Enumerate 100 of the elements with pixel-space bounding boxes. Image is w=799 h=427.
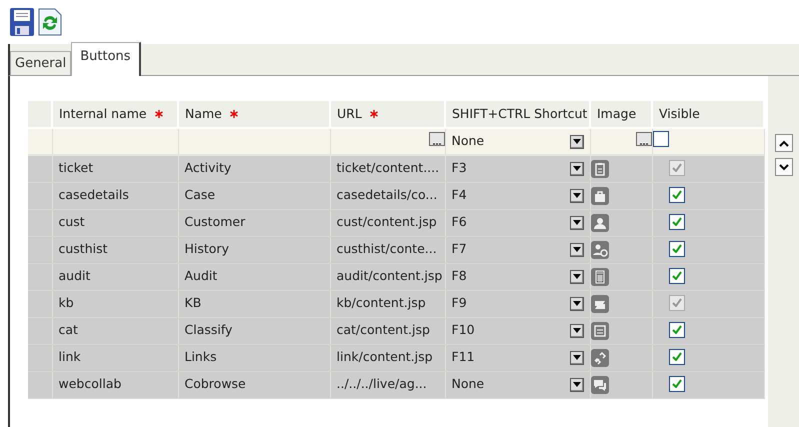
table-cell: audit/content.jsp (336, 268, 442, 284)
column-header: SHIFT+CTRL Shortcut (452, 106, 588, 121)
table-cell: KB (184, 295, 202, 310)
table-cell-text: F4 (452, 186, 467, 204)
checkbox[interactable] (668, 240, 684, 257)
table-cell: kb (58, 295, 74, 310)
checkbox[interactable] (668, 214, 684, 230)
tab[interactable]: Buttons (71, 42, 141, 76)
table-cell: ticket (58, 160, 94, 176)
table-cell: kb/content.jsp (336, 295, 426, 310)
table-cell: audit (58, 268, 90, 284)
table-cell-text: F3 (452, 159, 467, 178)
table-cell: Customer (184, 214, 246, 230)
dropdown-button[interactable] (570, 270, 584, 284)
check-icon (672, 163, 682, 172)
dropdown-button[interactable] (570, 134, 584, 148)
move-up-button[interactable] (774, 134, 792, 152)
column-header: URL (337, 106, 362, 121)
checkbox[interactable] (668, 186, 684, 203)
table-cell-text: F8 (452, 267, 467, 286)
table-cell: ../../../live/ag... (336, 376, 427, 392)
refresh-document-icon[interactable] (38, 8, 62, 36)
column-header: Image (597, 106, 636, 121)
caret-icon (572, 220, 580, 225)
check-icon (672, 325, 682, 334)
table-cell-text: F9 (452, 294, 467, 312)
image-icon (590, 160, 608, 178)
dropdown-button[interactable] (570, 296, 584, 310)
dropdown-button[interactable] (570, 188, 584, 202)
table-cell: webcollab (58, 376, 122, 392)
checkbox[interactable] (668, 348, 684, 365)
image-icon (590, 322, 608, 340)
table-cell: casedetails/co... (336, 187, 438, 202)
table-cell: casedetails (58, 187, 129, 202)
image-icon (590, 268, 608, 286)
table-cell-text: F10 (452, 321, 475, 340)
table-cell: cust (58, 214, 85, 230)
caret-icon (572, 382, 580, 387)
table-cell-text: F7 (452, 240, 467, 258)
check-icon (672, 298, 682, 308)
dropdown-button[interactable] (570, 162, 584, 176)
check-icon (672, 217, 682, 226)
image-icon (590, 240, 608, 258)
column-header: Visible (659, 106, 700, 121)
column-header: Name (185, 106, 222, 121)
table-cell[interactable] (52, 128, 178, 155)
dropdown-button[interactable] (570, 216, 584, 230)
dropdown-button[interactable] (570, 350, 584, 364)
dropdown-button[interactable] (570, 378, 584, 392)
browse-button[interactable] (636, 132, 651, 146)
caret-icon (572, 193, 580, 198)
image-icon (590, 214, 608, 232)
table-cell: custhist (58, 241, 108, 256)
table-cell-text: F6 (452, 213, 467, 232)
image-icon (590, 376, 608, 394)
caret-icon (572, 355, 580, 360)
checkbox[interactable] (668, 322, 684, 338)
check-icon (672, 244, 682, 254)
browse-button[interactable] (428, 132, 444, 146)
caret-icon (572, 247, 580, 252)
table-cell: link/content.jsp (336, 349, 433, 364)
checkbox[interactable] (652, 130, 668, 147)
dropdown-button[interactable] (570, 242, 584, 256)
table-cell: Audit (184, 268, 218, 284)
table-cell: History (184, 241, 229, 256)
move-down-button[interactable] (774, 158, 792, 176)
check-icon (672, 379, 682, 388)
table-cell: Case (184, 187, 216, 202)
checkbox[interactable] (668, 268, 684, 284)
column-header: Internal name (59, 106, 147, 121)
table-cell: Classify (184, 322, 232, 338)
table-cell: link (58, 349, 81, 364)
image-icon (590, 186, 608, 204)
caret-icon (572, 301, 580, 306)
check-icon (672, 271, 682, 280)
chevron-up-icon (778, 140, 788, 146)
check-icon (672, 190, 682, 200)
caret-icon (572, 139, 580, 144)
tab[interactable]: General (10, 50, 72, 75)
chevron-down-icon (778, 164, 788, 170)
shortcut-field: None (452, 132, 484, 151)
ellipsis-icon (432, 143, 440, 146)
table-cell-text: None (452, 375, 484, 394)
table-cell: Links (184, 349, 217, 364)
image-icon (590, 348, 608, 366)
table-cell: Cobrowse (184, 376, 246, 392)
checkbox[interactable] (668, 376, 684, 392)
ellipsis-icon (640, 143, 648, 146)
table-cell: cust/content.jsp (336, 214, 437, 230)
table-cell: Activity (184, 160, 232, 176)
table-cell-text: F11 (452, 348, 475, 366)
save-icon[interactable] (10, 8, 34, 36)
table-cell[interactable] (178, 128, 330, 155)
table-cell: ticket/content.... (336, 160, 440, 176)
table-cell: cat (58, 322, 78, 338)
caret-icon (572, 328, 580, 333)
check-icon (672, 352, 682, 362)
table-cell: custhist/conte... (336, 241, 437, 256)
dropdown-button[interactable] (570, 324, 584, 338)
caret-icon (572, 166, 580, 172)
